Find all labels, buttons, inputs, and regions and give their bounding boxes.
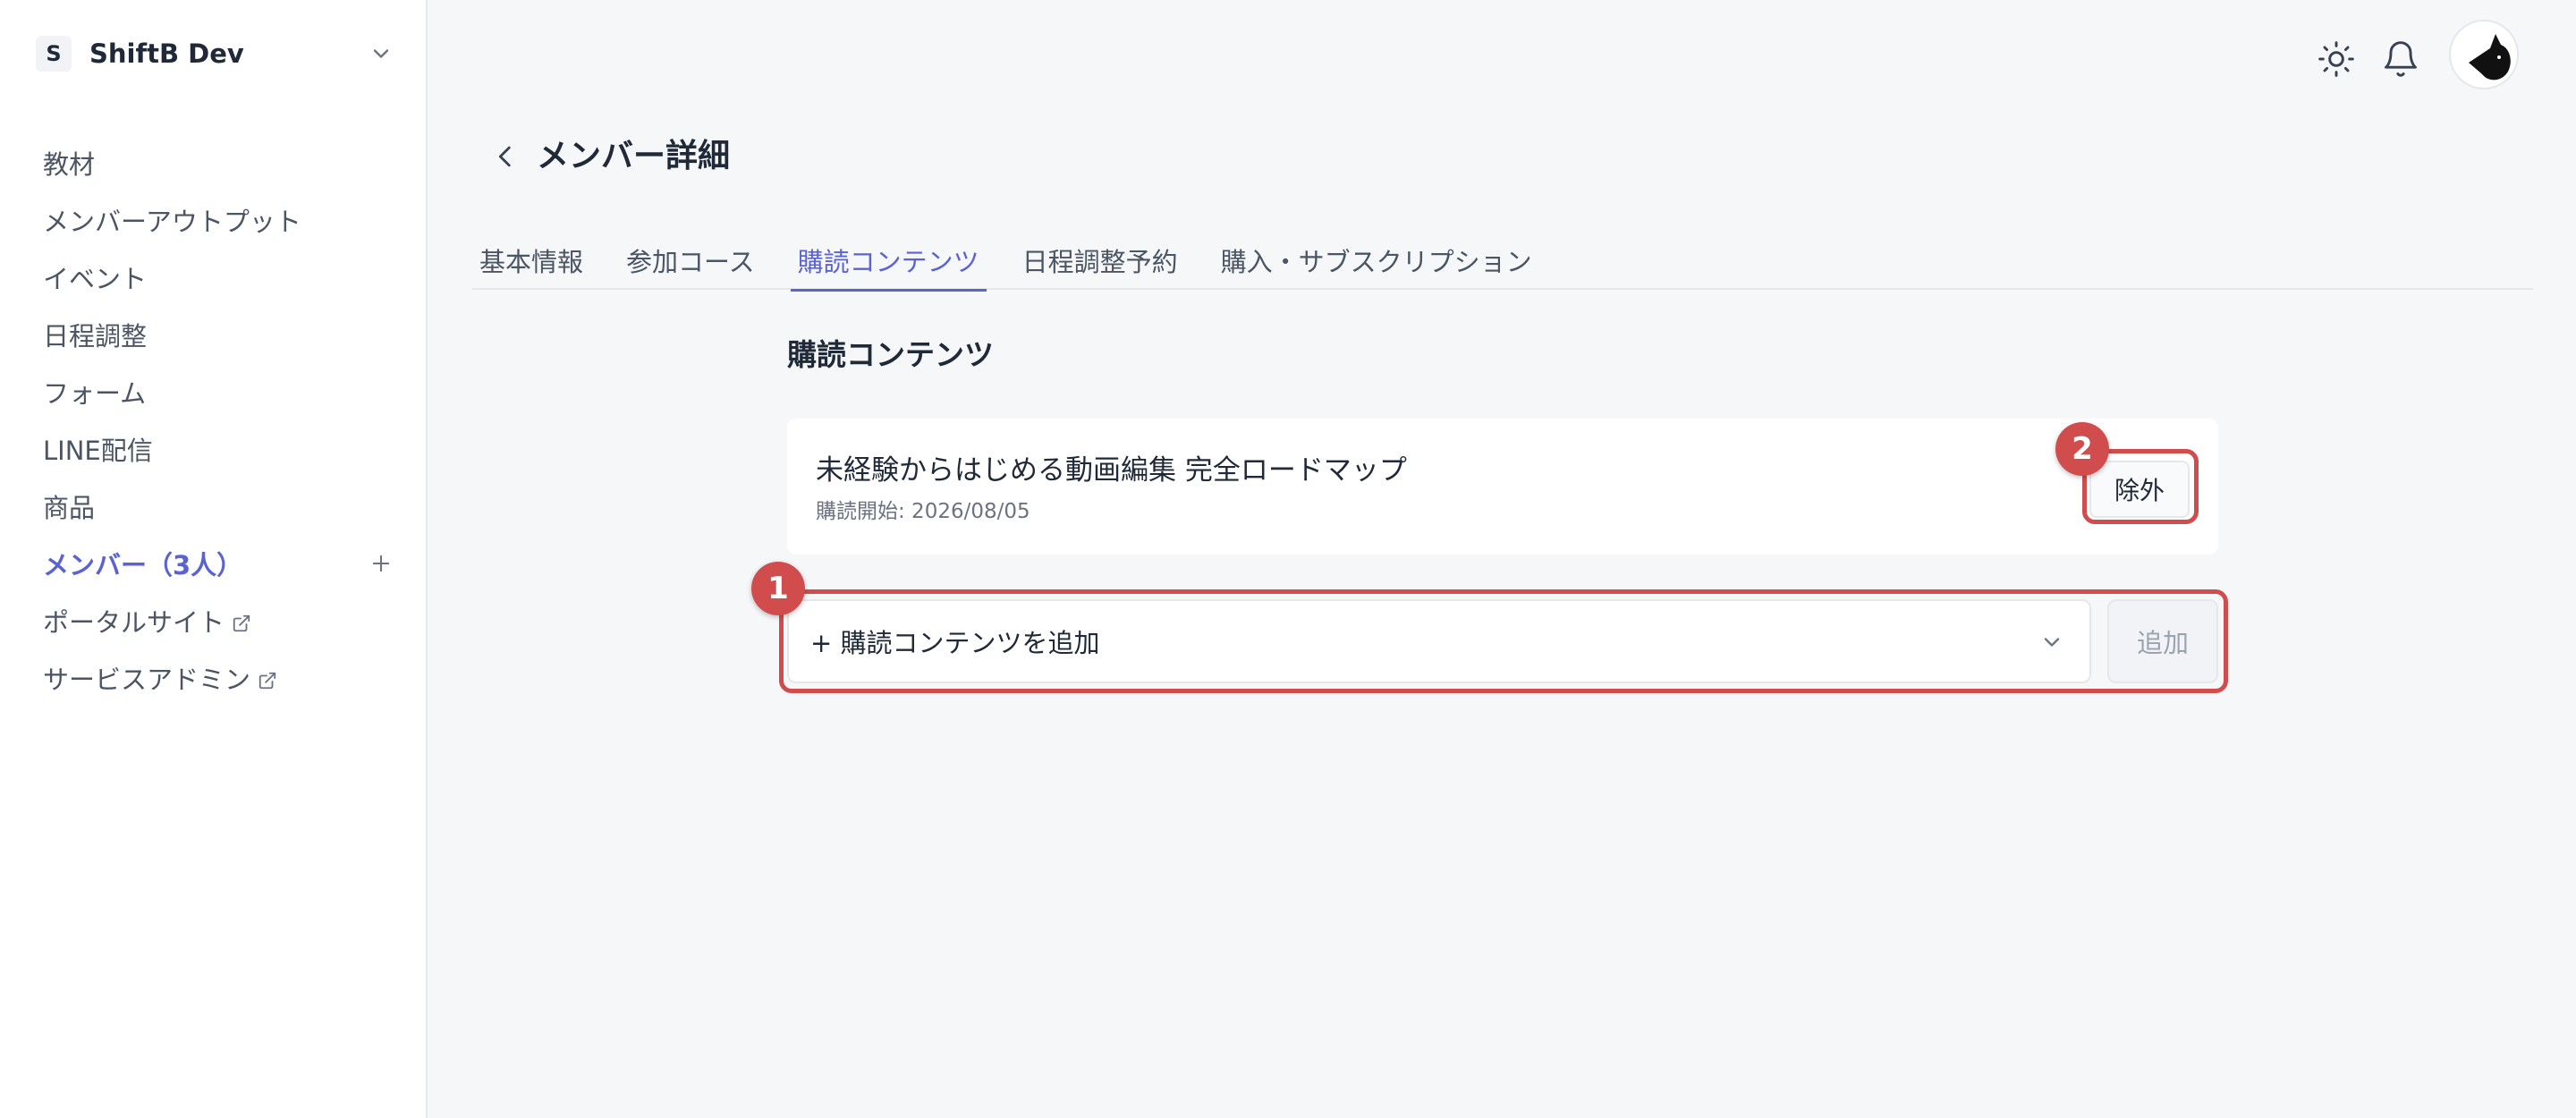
subscription-title: 未経験からはじめる動画編集 完全ロードマップ [816,454,1407,487]
sidebar-item-label: ポータルサイト [43,607,225,638]
tab-schedule-bookings[interactable]: 日程調整予約 [1015,231,1185,290]
sidebar-item-portal-site[interactable]: ポータルサイト [43,592,394,649]
workspace-initial-badge: S [36,36,72,72]
sidebar-item-label: LINE配信 [43,436,153,466]
sidebar-item-label: フォーム [43,378,147,409]
external-link-icon [258,672,276,690]
tab-basic-info[interactable]: 基本情報 [472,231,590,290]
sidebar-nav: 教材 メンバーアウトプット イベント 日程調整 フォーム LINE配信 商品 メ… [43,134,394,707]
back-chevron-icon[interactable] [490,141,521,172]
sidebar-item-events[interactable]: イベント [43,249,394,306]
sidebar-item-member-output[interactable]: メンバーアウトプット [43,191,394,249]
sidebar-item-members[interactable]: メンバー（3人） [43,535,394,592]
sidebar-item-label: 教材 [43,149,96,180]
subscription-start-date: 購読開始: 2026/08/05 [816,500,1030,523]
workspace-name: ShiftB Dev [89,38,244,69]
sidebar-item-forms[interactable]: フォーム [43,363,394,420]
sidebar-item-materials[interactable]: 教材 [43,134,394,191]
sidebar-item-label: イベント [43,264,148,294]
sidebar-item-products[interactable]: 商品 [43,478,394,535]
plus-icon[interactable] [369,551,394,576]
sidebar-item-label: サービスアドミン [43,665,251,695]
sidebar-item-label: 商品 [43,493,96,523]
chevron-down-icon [2044,638,2060,647]
sidebar-item-label: メンバーアウトプット [43,207,301,237]
sidebar-item-label: メンバー（3人） [43,550,243,580]
tab-courses[interactable]: 参加コース [619,231,762,290]
sidebar: S ShiftB Dev 教材 メンバーアウトプット イベント 日程調整 フォー… [0,0,428,1118]
sidebar-item-scheduling[interactable]: 日程調整 [43,306,394,363]
app-root: S ShiftB Dev 教材 メンバーアウトプット イベント 日程調整 フォー… [0,0,2576,1118]
sidebar-item-line-broadcast[interactable]: LINE配信 [43,420,394,478]
exclude-button[interactable]: 除外 [2089,461,2190,518]
sidebar-item-label: 日程調整 [43,321,148,351]
subscription-card: 未経験からはじめる動画編集 完全ロードマップ 購読開始: 2026/08/05 … [787,419,2218,555]
bell-icon[interactable] [2381,39,2420,79]
add-content-select-value: + 購読コンテンツを追加 [810,628,1100,658]
section-title: 購読コンテンツ [787,337,994,372]
page-title: メンバー詳細 [537,138,731,174]
workspace-switcher[interactable]: S ShiftB Dev [36,34,394,73]
sidebar-item-service-admin[interactable]: サービスアドミン [43,649,394,707]
cat-avatar-icon [2469,34,2511,80]
chevron-down-icon [373,49,389,58]
tab-purchases-subscriptions[interactable]: 購入・サブスクリプション [1214,231,1539,290]
annotation-marker-2: 2 [2055,422,2109,476]
sun-icon[interactable] [2317,39,2356,79]
external-link-icon [233,614,250,632]
annotation-marker-1: 1 [751,562,805,615]
add-content-select[interactable]: + 購読コンテンツを追加 [787,599,2091,683]
add-button[interactable]: 追加 [2107,599,2218,683]
tab-subscribed-content[interactable]: 購読コンテンツ [790,231,987,292]
avatar[interactable] [2449,20,2519,89]
tab-bar: 基本情報 参加コース 購読コンテンツ 日程調整予約 購入・サブスクリプション [472,231,2533,292]
